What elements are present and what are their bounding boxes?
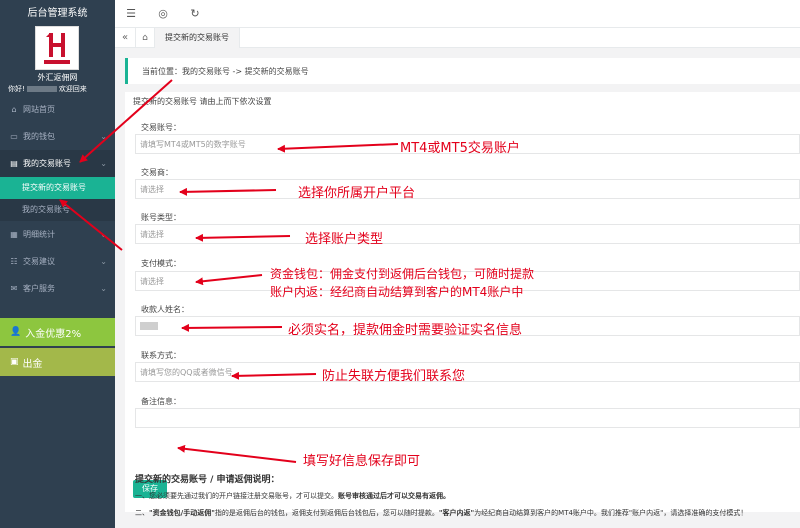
sidebar-item-trading-accounts[interactable]: ▤ 我的交易账号 ⌄ — [0, 150, 115, 177]
site-name: 外汇返佣网 — [37, 73, 78, 82]
instructions-bold: 账号审核通过后才可以交易有返佣。 — [338, 492, 450, 500]
withdraw-label: 出金 — [22, 358, 43, 370]
sidebar-item-label: 交易建议 — [23, 257, 55, 266]
remarks-input[interactable] — [135, 408, 800, 428]
field-label-account: 交易账号： — [141, 123, 181, 132]
annotation-account-type: 选择账户类型 — [305, 232, 384, 247]
chevron-down-icon: ⌄ — [100, 257, 107, 266]
welcome-prefix: 你好! — [8, 85, 25, 93]
welcome-text: 你好! 欢迎回来 — [8, 84, 113, 94]
broker-placeholder: 请选择 — [140, 184, 164, 194]
instructions-line-2: 二、"资金钱包/手动返佣"指的是返佣后台的钱包，返佣支付到返佣后台钱包后，您可以… — [135, 508, 800, 518]
instructions-text: 二、 — [135, 509, 149, 517]
field-label-remarks: 备注信息： — [141, 397, 181, 406]
field-label-broker: 交易商： — [141, 168, 173, 177]
annotation-payment-line-2: 账户内返：经纪商自动结算到客户的MT4账户中 — [270, 285, 524, 299]
sidebar-item-home[interactable]: ⌂ 网站首页 — [0, 96, 115, 123]
stats-icon: ▦ — [10, 230, 18, 239]
welcome-suffix: 欢迎回来 — [58, 85, 87, 93]
annotation-payment-line-1: 资金钱包：佣金支付到返佣后台钱包，可随时提款 — [270, 267, 535, 281]
annotation-save: 填写好信息保存即可 — [303, 454, 421, 469]
service-icon: ✉ — [10, 284, 18, 293]
field-label-payee-name: 收款人姓名： — [141, 305, 189, 314]
sidebar-item-advice[interactable]: ☷ 交易建议 ⌄ — [0, 248, 115, 275]
account-type-select[interactable]: 请选择 — [135, 224, 800, 244]
chevron-down-icon: ⌄ — [100, 159, 107, 168]
instructions: 提交新的交易账号 / 申请返佣说明： 一、您必须要先通过我们的开户链接注册交易账… — [125, 472, 800, 525]
sidebar-nav: ⌂ 网站首页 ▭ 我的钱包 ⌄ ▤ 我的交易账号 ⌄ 提交新的交易账号 我的交易… — [0, 96, 115, 302]
target-icon[interactable]: ◎ — [147, 7, 179, 20]
account-type-placeholder: 请选择 — [140, 229, 164, 239]
annotation-payee-name: 必须实名，提款佣金时需要验证实名信息 — [288, 323, 523, 338]
contact-placeholder: 请填写您的QQ或者微信号 — [140, 367, 233, 377]
withdraw-icon: ▣ — [10, 357, 19, 367]
payee-name-blur — [140, 322, 158, 330]
double-chevron-left-icon[interactable]: « — [115, 32, 135, 43]
sidebar-item-stats[interactable]: ▦ 明细统计 ⌄ — [0, 221, 115, 248]
breadcrumb: 当前位置：我的交易账号 -> 提交新的交易账号 — [125, 58, 800, 84]
annotation-broker: 选择你所属开户平台 — [298, 186, 416, 201]
broker-select[interactable]: 请选择 — [135, 179, 800, 199]
chevron-down-icon: ⌄ — [100, 284, 107, 293]
field-label-contact: 联系方式： — [141, 351, 181, 360]
instructions-bold: "资金钱包/手动返佣" — [149, 509, 215, 517]
menu-toggle-icon[interactable]: ☰ — [115, 7, 147, 20]
contact-input[interactable]: 请填写您的QQ或者微信号 — [135, 362, 800, 382]
refresh-icon[interactable]: ↻ — [179, 7, 211, 20]
tab-submit-account[interactable]: 提交新的交易账号 — [155, 27, 240, 48]
field-label-account-type: 账号类型： — [141, 213, 181, 222]
home-tab-icon[interactable]: ⌂ — [135, 27, 155, 48]
system-title: 后台管理系统 — [27, 8, 88, 19]
form-heading: 提交新的交易账号 请由上而下依次设置 — [133, 97, 272, 106]
sidebar-subitem-submit-account[interactable]: 提交新的交易账号 — [0, 177, 115, 199]
annotation-account: MT4或MT5交易账户 — [400, 141, 520, 156]
advice-icon: ☷ — [10, 257, 18, 266]
instructions-text: 为经纪商自动结算到客户的MT4账户中。我们推荐"账户内返"，请选择准确的支付模式… — [474, 509, 748, 517]
sidebar-item-label: 明细统计 — [23, 230, 55, 239]
wallet-icon: ▭ — [10, 132, 18, 141]
sidebar-item-label: 客户服务 — [23, 284, 55, 293]
sidebar-item-service[interactable]: ✉ 客户服务 ⌄ — [0, 275, 115, 302]
chevron-down-icon: ⌄ — [100, 132, 107, 141]
withdraw-button[interactable]: ▣ 出金 — [0, 348, 115, 376]
sidebar-subitem-my-accounts[interactable]: 我的交易账号 — [0, 199, 115, 221]
tab-bar: « ⌂ 提交新的交易账号 — [115, 27, 800, 48]
username-blur — [26, 86, 57, 92]
sidebar-item-wallet[interactable]: ▭ 我的钱包 ⌄ — [0, 123, 115, 150]
payment-mode-placeholder: 请选择 — [140, 276, 164, 286]
home-icon: ⌂ — [11, 105, 17, 114]
sidebar-item-label: 我的交易账号 — [23, 159, 71, 168]
sidebar-item-label: 我的钱包 — [23, 132, 55, 141]
sidebar: 后台管理系统 外汇返佣网 你好! 欢迎回来 ⌂ 网站首页 ▭ 我的钱包 ⌄ ▤ 我… — [0, 0, 115, 528]
deposit-promo-button[interactable]: 👤 入金优惠2% — [0, 318, 115, 346]
deposit-promo-label: 入金优惠2% — [25, 328, 82, 340]
annotation-contact: 防止失联方便我们联系您 — [322, 369, 466, 384]
field-label-payment-mode: 支付模式： — [141, 259, 181, 268]
instructions-title: 提交新的交易账号 / 申请返佣说明： — [135, 475, 280, 485]
top-toolbar: ☰ ◎ ↻ — [115, 0, 800, 28]
account-number-placeholder: 请填写MT4或MT5的数字账号 — [140, 139, 246, 149]
instructions-text: 指的是返佣后台的钱包，返佣支付到返佣后台钱包后，您可以随时提款。 — [214, 509, 439, 517]
instructions-text: 一、您必须要先通过我们的开户链接注册交易账号，才可以提交。 — [135, 492, 338, 500]
account-icon: ▤ — [10, 159, 18, 168]
instructions-line-1: 一、您必须要先通过我们的开户链接注册交易账号，才可以提交。账号审核通过后才可以交… — [135, 491, 800, 501]
site-logo — [35, 26, 79, 70]
instructions-bold: "客户内返" — [438, 509, 475, 517]
sidebar-item-label: 网站首页 — [23, 105, 55, 114]
user-icon: 👤 — [10, 327, 22, 337]
chevron-down-icon: ⌄ — [100, 230, 107, 239]
